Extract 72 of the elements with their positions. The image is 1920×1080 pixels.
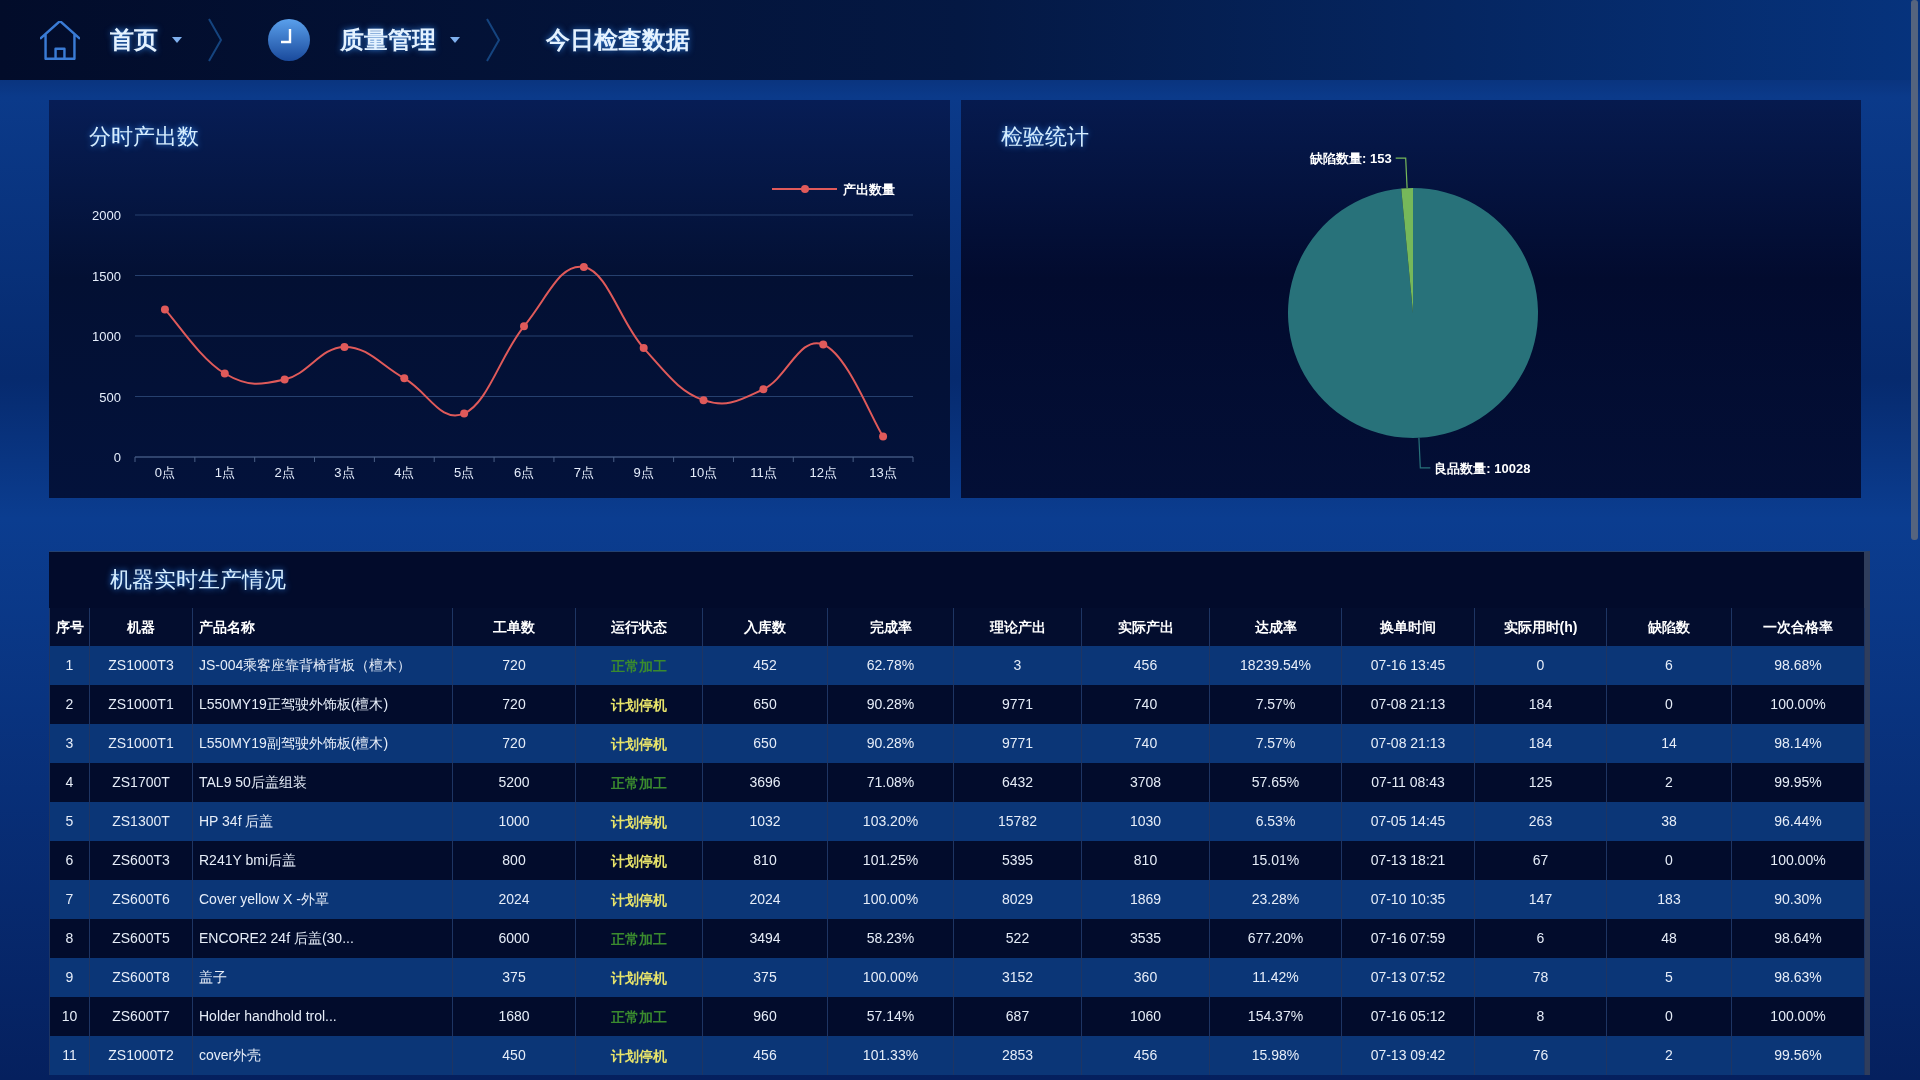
table-cell: 456 xyxy=(702,1036,828,1075)
status-text: 正常加工 xyxy=(611,930,667,947)
data-point xyxy=(400,374,409,383)
axis-label: 3点 xyxy=(334,465,355,480)
axis-label: 12点 xyxy=(809,465,837,480)
axis-label: 500 xyxy=(99,389,121,405)
breadcrumb-link[interactable]: 今日检查数据 xyxy=(546,25,690,55)
status-text: 计划停机 xyxy=(611,969,667,986)
table-cell: 11 xyxy=(49,1036,90,1075)
panel-title: 分时产出数 xyxy=(89,123,199,151)
table-cell: ZS1000T2 xyxy=(89,1036,193,1075)
legend-line-icon xyxy=(771,185,838,193)
data-point xyxy=(699,396,708,405)
status-text: 计划停机 xyxy=(611,852,667,869)
axis-label: 6点 xyxy=(513,465,535,480)
nav-menu-button[interactable]: 首页 xyxy=(110,25,182,55)
axis-label: 10点 xyxy=(689,465,718,480)
data-point xyxy=(520,322,528,331)
axis-label: 1000 xyxy=(92,329,121,344)
axis-label: 13点 xyxy=(869,465,897,480)
table-cell: cover外壳 xyxy=(192,1036,453,1075)
data-point xyxy=(220,369,229,378)
status-text: 计划停机 xyxy=(611,696,667,713)
data-point xyxy=(579,263,588,272)
leader-line xyxy=(1395,157,1408,189)
data-point xyxy=(819,340,828,349)
axis-label: 1点 xyxy=(214,465,235,480)
panel-title: 检验统计 xyxy=(1001,123,1089,151)
axis-label: 7点 xyxy=(573,465,594,480)
data-point xyxy=(340,342,349,351)
chevron-right-icon xyxy=(486,18,500,62)
status-text: 计划停机 xyxy=(611,813,667,830)
axis-label: 5点 xyxy=(454,465,475,480)
data-point xyxy=(280,375,289,384)
scrollbar-thumb[interactable] xyxy=(1911,0,1918,540)
data-point xyxy=(879,432,888,441)
data-point xyxy=(460,409,469,418)
home-icon[interactable] xyxy=(40,20,80,60)
table-cell: 2 xyxy=(1606,1036,1732,1075)
table-cell: 76 xyxy=(1474,1036,1607,1075)
status-text: 计划停机 xyxy=(611,1047,667,1064)
slice-label: 缺陷数量: 153 xyxy=(1310,151,1392,167)
axis-label: 2000 xyxy=(92,208,121,223)
panel-title: 机器实时生产情况 xyxy=(110,566,286,594)
axis-label: 0点 xyxy=(154,465,176,480)
axis-label: 2点 xyxy=(274,465,295,480)
leader-line xyxy=(1418,437,1431,469)
table-cell: 2853 xyxy=(953,1036,1082,1075)
data-point xyxy=(759,385,768,394)
table-cell: 99.56% xyxy=(1731,1036,1865,1075)
status-text: 正常加工 xyxy=(611,774,667,791)
status-text: 计划停机 xyxy=(611,891,667,908)
table-cell: 450 xyxy=(452,1036,576,1075)
axis-label: 1500 xyxy=(92,268,121,284)
table-cell: 456 xyxy=(1081,1036,1210,1075)
table-cell: 15.98% xyxy=(1209,1036,1342,1075)
status-text: 正常加工 xyxy=(611,657,667,674)
clock-icon[interactable] xyxy=(268,19,310,61)
status-text: 正常加工 xyxy=(611,1008,667,1025)
slice-label: 良品数量: 10028 xyxy=(1434,460,1531,476)
table-cell: 101.33% xyxy=(827,1036,954,1075)
axis-label: 0 xyxy=(113,450,121,465)
legend-label: 产出数量 xyxy=(843,182,895,197)
data-point xyxy=(639,344,648,353)
axis-label: 11点 xyxy=(750,465,777,480)
axis-label: 9点 xyxy=(633,465,654,480)
axis-label: 4点 xyxy=(394,465,415,480)
nav-menu-button[interactable]: 质量管理 xyxy=(340,25,460,55)
status-text: 计划停机 xyxy=(611,735,667,752)
table-cell: 07-13 09:42 xyxy=(1341,1036,1475,1075)
chevron-right-icon xyxy=(208,18,222,62)
data-point xyxy=(160,305,169,314)
